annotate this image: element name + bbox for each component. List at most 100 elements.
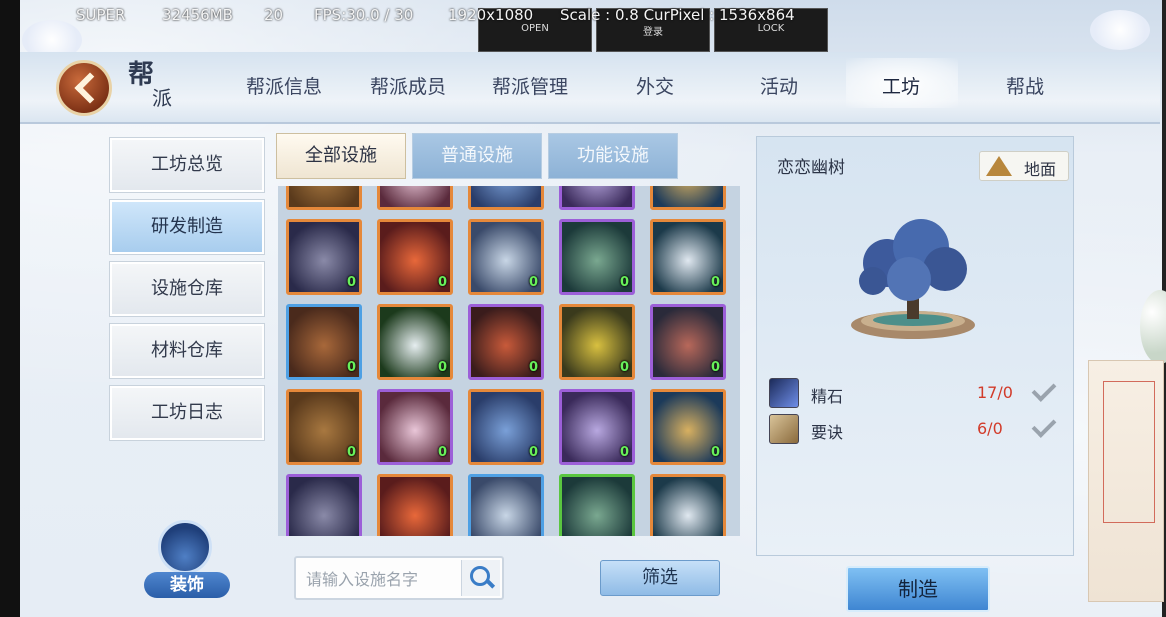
facility-count: 0 xyxy=(619,360,629,375)
filter-button[interactable]: 筛选 xyxy=(600,560,720,596)
facility-count: 0 xyxy=(528,360,538,375)
facility-cell[interactable] xyxy=(468,474,544,536)
search-input[interactable] xyxy=(304,566,458,592)
facility-cell[interactable]: 可研发 xyxy=(377,186,453,210)
material-name: 要诀 xyxy=(811,423,844,442)
spirit-stone-icon xyxy=(769,378,799,408)
card-decoration xyxy=(1088,360,1164,602)
facility-cell[interactable]: 0 xyxy=(468,304,544,380)
sidebar-item-overview[interactable]: 工坊总览 xyxy=(110,138,264,192)
facility-cell[interactable]: 0 xyxy=(286,219,362,295)
header-bar: 帮 派 帮派信息 帮派成员 帮派管理 外交 活动 工坊 帮战 xyxy=(20,52,1160,124)
tab-gang-members[interactable]: 帮派成员 xyxy=(370,72,446,99)
sidebar-item-material-storage[interactable]: 材料仓库 xyxy=(110,324,264,378)
logo-char-1: 帮 xyxy=(128,60,155,90)
facility-cell[interactable]: 可研发 xyxy=(559,186,635,210)
tab-all-facilities[interactable]: 全部设施 xyxy=(276,133,406,179)
facility-cell[interactable]: 0 xyxy=(559,219,635,295)
facility-cell[interactable]: 0 xyxy=(468,389,544,465)
material-count: 17/0 xyxy=(977,383,1013,402)
facility-thumbnail xyxy=(562,477,632,536)
sidebar-item-research[interactable]: 研发制造 xyxy=(110,200,264,254)
tab-workshop[interactable]: 工坊 xyxy=(882,72,920,99)
material-count: 6/0 xyxy=(977,419,1003,438)
debug-mode: SUPER xyxy=(76,6,126,24)
check-icon xyxy=(1031,377,1057,402)
facility-count: 0 xyxy=(710,275,720,290)
facility-cell[interactable]: 0 xyxy=(468,219,544,295)
facility-count: 0 xyxy=(710,360,720,375)
tab-normal-facilities[interactable]: 普通设施 xyxy=(412,133,542,179)
logo-char-2: 派 xyxy=(152,86,172,110)
list-item: 精石 17/0 xyxy=(765,377,1065,411)
facility-detail-panel: 恋恋幽树 地面 精石 17/0 要诀 6/0 xyxy=(756,136,1074,556)
facility-cell[interactable] xyxy=(559,474,635,536)
debug-overlay: SUPER 32456MB 20 FPS:30.0 / 30 1920x1080… xyxy=(20,0,1160,30)
facility-thumbnail xyxy=(471,477,541,536)
facility-thumbnail xyxy=(380,477,450,536)
tab-gang-war[interactable]: 帮战 xyxy=(1006,72,1044,99)
tab-gang-management[interactable]: 帮派管理 xyxy=(492,72,568,99)
scroll-icon xyxy=(769,414,799,444)
facility-thumbnail xyxy=(380,186,450,207)
facility-cell[interactable] xyxy=(286,474,362,536)
facility-thumbnail xyxy=(562,186,632,207)
tab-function-facilities[interactable]: 功能设施 xyxy=(548,133,678,179)
sidebar-item-facility-storage[interactable]: 设施仓库 xyxy=(110,262,264,316)
facility-cell[interactable]: 0 xyxy=(559,304,635,380)
check-icon xyxy=(1031,413,1057,438)
facility-cell[interactable] xyxy=(650,474,726,536)
facility-thumbnail xyxy=(653,477,723,536)
list-item: 要诀 6/0 xyxy=(765,413,1065,447)
facility-count: 0 xyxy=(346,275,356,290)
left-border xyxy=(0,0,20,617)
mountain-icon xyxy=(986,156,1012,176)
facility-cell[interactable] xyxy=(377,474,453,536)
facility-cell[interactable]: 0 xyxy=(286,389,362,465)
fan-icon xyxy=(158,520,212,574)
make-button[interactable]: 制造 xyxy=(846,566,990,612)
back-button[interactable] xyxy=(56,60,112,116)
facility-cell[interactable]: 0 xyxy=(377,304,453,380)
decoration-label: 装饰 xyxy=(144,572,230,598)
facility-count: 0 xyxy=(437,275,447,290)
facility-cell[interactable]: 0 xyxy=(559,389,635,465)
facility-count: 0 xyxy=(437,445,447,460)
decoration-button[interactable]: 装饰 xyxy=(140,518,236,602)
sidebar-item-log[interactable]: 工坊日志 xyxy=(110,386,264,440)
debug-value: 20 xyxy=(264,6,284,24)
facility-cell[interactable]: 0 xyxy=(650,304,726,380)
tab-gang-info[interactable]: 帮派信息 xyxy=(246,72,322,99)
facility-thumbnail xyxy=(471,186,541,207)
facility-preview-image xyxy=(851,219,975,339)
facility-cell[interactable]: 0 xyxy=(650,389,726,465)
facility-cell[interactable]: 0 xyxy=(650,219,726,295)
facility-count: 0 xyxy=(528,445,538,460)
facility-cell[interactable]: 0 xyxy=(377,389,453,465)
material-name: 精石 xyxy=(811,387,844,406)
material-list: 精石 17/0 要诀 6/0 xyxy=(765,377,1065,455)
facility-count: 0 xyxy=(619,275,629,290)
search-button[interactable] xyxy=(461,560,500,596)
search-box xyxy=(294,556,504,600)
facility-thumbnail xyxy=(289,186,359,207)
facility-count: 0 xyxy=(346,360,356,375)
facility-count: 0 xyxy=(710,445,720,460)
debug-memory: 32456MB xyxy=(162,6,233,24)
terrain-label: 地面 xyxy=(1024,160,1057,179)
facility-cell[interactable]: 0 xyxy=(286,304,362,380)
facility-grid[interactable]: 可研发可研发可研发可研发可研发000000000000000 xyxy=(278,186,740,536)
debug-scale: Scale : 0.8 CurPixel : 1536x864 xyxy=(560,6,795,24)
tab-activity[interactable]: 活动 xyxy=(760,72,798,99)
tab-diplomacy[interactable]: 外交 xyxy=(636,72,674,99)
facility-cell[interactable]: 可研发 xyxy=(468,186,544,210)
facility-count: 0 xyxy=(346,445,356,460)
facility-count: 0 xyxy=(619,445,629,460)
facility-cell[interactable]: 0 xyxy=(377,219,453,295)
facility-cell[interactable]: 可研发 xyxy=(286,186,362,210)
facility-count: 0 xyxy=(528,275,538,290)
terrain-badge: 地面 xyxy=(979,151,1069,181)
facility-cell[interactable]: 可研发 xyxy=(650,186,726,210)
debug-resolution: 1920x1080 xyxy=(448,6,534,24)
facility-thumbnail xyxy=(653,186,723,207)
